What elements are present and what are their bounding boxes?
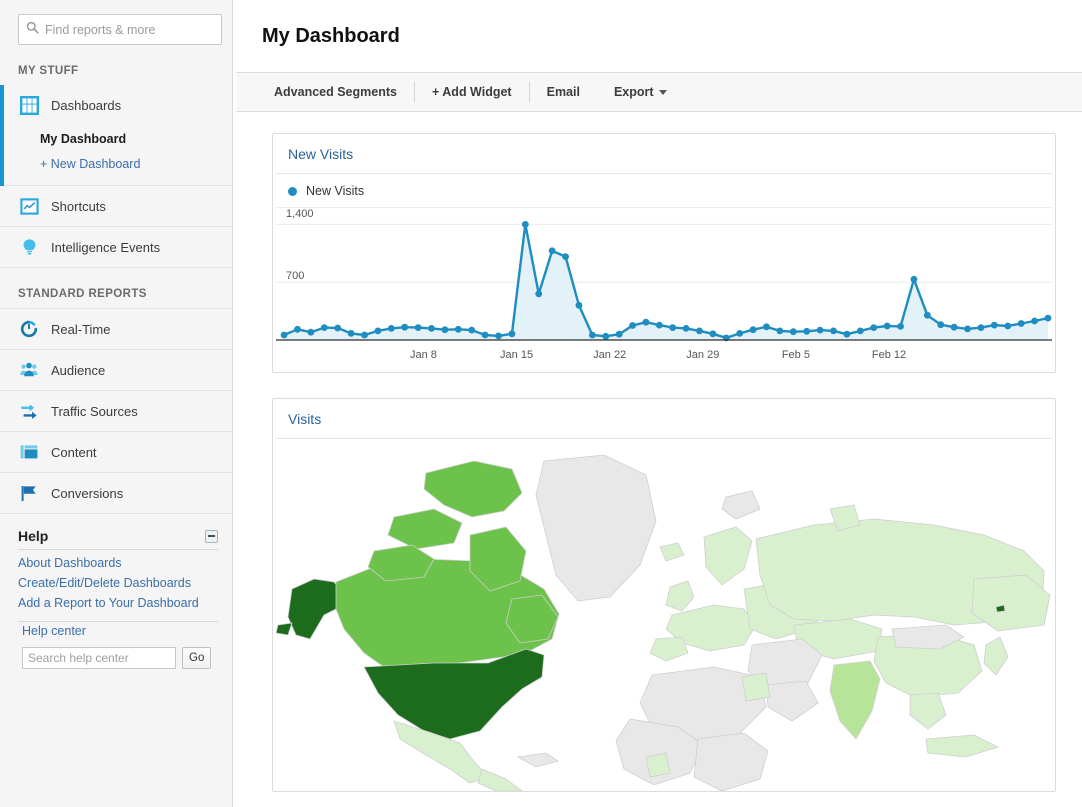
help-search-go-button[interactable]: Go: [182, 647, 212, 669]
sidebar-item-dashboards[interactable]: Dashboards: [4, 85, 232, 126]
new-visits-chart: 1,400 700: [276, 208, 1052, 346]
analytics-dashboard-page: MY STUFF Dashboards: [0, 0, 1082, 807]
search-input[interactable]: [45, 22, 214, 37]
help-box: Help About Dashboards Create/Edit/Delete…: [8, 528, 220, 669]
help-link-create-edit-delete[interactable]: Create/Edit/Delete Dashboards: [18, 570, 220, 590]
widget-new-visits: New Visits New Visits 1,400 700 Jan 8 Jan…: [272, 133, 1056, 373]
search-icon: [26, 21, 39, 39]
sidebar-subitem-my-dashboard[interactable]: My Dashboard: [4, 126, 232, 151]
dashboard-toolbar: Advanced Segments + Add Widget Email Exp…: [236, 73, 1082, 112]
sidebar-item-shortcuts[interactable]: Shortcuts: [0, 186, 232, 227]
help-header: Help: [18, 528, 218, 550]
standard-reports-group: Real-Time Audience Traffic Sources Conte…: [0, 308, 232, 514]
map-region: [741, 672, 771, 702]
dashboards-block-spacer: [4, 176, 232, 186]
my-stuff-section-label: MY STUFF: [18, 65, 79, 77]
add-widget-button[interactable]: + Add Widget: [415, 85, 529, 99]
widget-canvas: New Visits New Visits 1,400 700 Jan 8 Jan…: [236, 112, 1082, 792]
help-link-add-report[interactable]: Add a Report to Your Dashboard: [18, 590, 220, 610]
sidebar-search-wrap: [0, 0, 232, 45]
widget-header-new-visits: New Visits: [276, 134, 1052, 174]
y-axis-tick-1400: 1,400: [286, 208, 314, 220]
conversions-flag-icon: [18, 482, 40, 504]
help-search-row: Go: [18, 640, 220, 669]
chevron-down-icon: [658, 90, 667, 96]
content-layout-icon: [18, 441, 40, 463]
x-axis-tick: Jan 29: [686, 349, 720, 361]
main-content: My Dashboard Advanced Segments + Add Wid…: [236, 0, 1082, 807]
realtime-clock-icon: [18, 318, 40, 340]
chart-legend: New Visits: [276, 174, 1052, 208]
minus-collapse-icon[interactable]: [205, 529, 218, 543]
help-title: Help: [18, 528, 49, 544]
sidebar-item-traffic-sources[interactable]: Traffic Sources: [0, 391, 232, 432]
dashboards-grid-icon: [18, 95, 40, 117]
sidebar-item-label-real-time: Real-Time: [51, 321, 111, 337]
sidebar-item-label-traffic-sources: Traffic Sources: [51, 403, 138, 419]
legend-label-new-visits: New Visits: [306, 184, 365, 198]
world-map[interactable]: [276, 439, 1052, 791]
x-axis-tick: Feb 5: [781, 349, 810, 361]
chart-x-axis: Jan 8 Jan 15 Jan 22 Jan 29 Feb 5 Feb 12: [276, 346, 1052, 372]
sidebar-item-real-time[interactable]: Real-Time: [0, 309, 232, 350]
export-label: Export: [613, 85, 654, 99]
sidebar-subitem-new-dashboard[interactable]: + New Dashboard: [4, 151, 232, 176]
traffic-arrows-icon: [18, 400, 40, 422]
world-map-svg: [276, 439, 1052, 791]
help-search-input[interactable]: [22, 647, 176, 669]
sidebar-item-label-shortcuts: Shortcuts: [51, 198, 106, 214]
sidebar-item-intelligence-events[interactable]: Intelligence Events: [0, 227, 232, 268]
search-box[interactable]: [18, 14, 222, 45]
help-center-link[interactable]: Help center: [18, 616, 86, 638]
x-axis-tick: Jan 22: [593, 349, 627, 361]
page-header: My Dashboard: [236, 0, 1082, 73]
widget-header-visits: Visits: [276, 399, 1052, 439]
shortcuts-icon: [18, 195, 40, 217]
widget-title-visits[interactable]: Visits: [288, 411, 321, 427]
page-title: My Dashboard: [262, 24, 400, 47]
advanced-segments-button[interactable]: Advanced Segments: [257, 85, 414, 99]
legend-color-dot: [288, 186, 297, 196]
map-region: [645, 752, 671, 778]
sidebar-item-audience[interactable]: Audience: [0, 350, 232, 391]
audience-people-icon: [18, 359, 40, 381]
widget-visits-map: Visits: [272, 398, 1056, 792]
x-axis-tick: Jan 8: [409, 349, 437, 361]
sidebar-item-conversions[interactable]: Conversions: [0, 473, 232, 514]
line-chart-svg: [276, 221, 1052, 342]
export-button[interactable]: Export: [597, 85, 684, 99]
standard-reports-section-label: STANDARD REPORTS: [18, 288, 147, 300]
sidebar-item-label-dashboards: Dashboards: [51, 98, 122, 113]
sidebar-item-label-intelligence-events: Intelligence Events: [51, 239, 161, 255]
x-axis-tick: Feb 12: [871, 349, 907, 361]
sidebar-item-label-conversions: Conversions: [51, 485, 124, 501]
sidebar-item-label-audience: Audience: [51, 362, 106, 378]
y-axis-tick-700: 700: [286, 270, 305, 282]
x-axis-tick: Jan 15: [500, 349, 534, 361]
sidebar-dashboards-block: Dashboards My Dashboard + New Dashboard: [0, 85, 232, 186]
sidebar-item-content[interactable]: Content: [0, 432, 232, 473]
help-link-about-dashboards[interactable]: About Dashboards: [18, 550, 220, 570]
email-button[interactable]: Email: [530, 85, 597, 99]
widget-title-new-visits[interactable]: New Visits: [288, 146, 353, 162]
sidebar-item-label-content: Content: [51, 444, 97, 460]
lightbulb-icon: [18, 236, 40, 258]
sidebar: MY STUFF Dashboards: [0, 0, 233, 807]
